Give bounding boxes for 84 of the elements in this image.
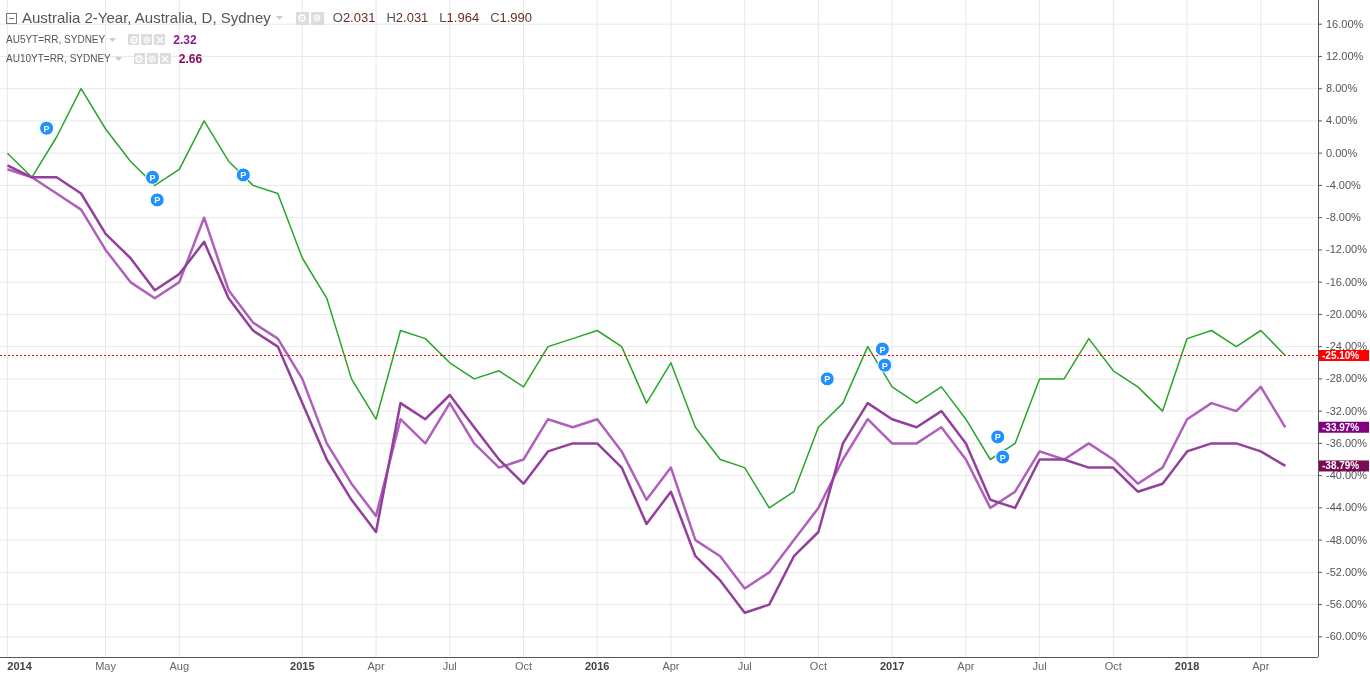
axis-tick-label: -32.00% (1326, 404, 1367, 417)
axis-tick-label: -16.00% (1326, 275, 1367, 288)
axis-tick-label: -28.00% (1326, 372, 1367, 385)
event-marker[interactable]: P (990, 429, 1006, 445)
axis-tick-label: -60.00% (1326, 630, 1367, 643)
axis-tick-label: 2018 (1174, 660, 1200, 672)
series-value: 2.66 (178, 50, 203, 68)
ohlc-label: C (490, 9, 500, 28)
axis-tick-label: -44.00% (1326, 501, 1367, 514)
settings-icon[interactable] (141, 34, 153, 45)
axis-tick-label: -12.00% (1326, 243, 1367, 256)
last-value-label: -25.10% (1319, 350, 1369, 361)
axis-tick-label: Apr (1252, 660, 1270, 672)
axis-tick-label: -48.00% (1326, 533, 1367, 546)
annotation: P (43, 123, 50, 134)
event-marker[interactable]: P (144, 169, 160, 185)
ohlc-value: 1.990 (499, 9, 533, 28)
axis-tick-label: -40.00% (1326, 469, 1367, 482)
axis-tick-label: 2014 (7, 660, 32, 672)
annotation: P (999, 452, 1006, 463)
last-value-label: -38.79% (1319, 460, 1369, 472)
axis-tick-label: 2015 (290, 660, 315, 672)
axis-tick-label: 16.00% (1326, 17, 1364, 30)
axis-tick-label: Jul (442, 660, 457, 672)
axis-tick-label: Aug (169, 660, 190, 672)
axis-tick-label: Apr (367, 660, 385, 672)
event-marker[interactable]: P (819, 371, 835, 387)
close-icon[interactable] (154, 34, 166, 45)
settings-icon[interactable] (146, 53, 158, 64)
caret-icon[interactable] (114, 56, 122, 61)
annotation: P (240, 170, 247, 181)
event-marker[interactable]: P (995, 449, 1011, 465)
annotation: P (154, 195, 161, 206)
axis-tick-label: -36.00% (1326, 436, 1367, 449)
ohlc-label: O (332, 9, 343, 28)
axis-tick-label: -56.00% (1326, 598, 1367, 611)
axis-tick-label: -4.00% (1326, 178, 1361, 191)
ohlc-label: H (386, 9, 396, 28)
ohlc-value: 2.031 (342, 9, 376, 28)
caret-icon[interactable] (109, 37, 117, 42)
axis-tick-label: May (95, 660, 116, 672)
eye-icon[interactable] (295, 11, 309, 25)
axis-tick-label: Jul (1032, 660, 1047, 672)
axis-tick-label: -20.00% (1326, 307, 1367, 320)
axis-tick-label: 12.00% (1326, 49, 1364, 62)
annotation: P (879, 344, 886, 355)
event-marker[interactable]: P (235, 167, 251, 183)
event-marker[interactable]: P (877, 357, 893, 373)
ohlc-value: 1.964 (446, 9, 480, 28)
event-marker[interactable]: P (874, 341, 890, 357)
collapse-icon[interactable] (6, 12, 17, 24)
ref-line-label: -25.10% (1322, 350, 1360, 362)
axis-tick-label: Apr (662, 660, 680, 672)
axis-tick-label: -24.00% (1326, 340, 1367, 353)
axis-tick-label: 2016 (584, 660, 610, 672)
axis-tick-label: 0.00% (1326, 146, 1358, 159)
axis-tick-label: Apr (957, 660, 975, 672)
ohlc-value: 2.031 (395, 9, 429, 28)
event-marker[interactable]: P (39, 120, 55, 136)
axis-tick-label: Oct (1104, 660, 1122, 672)
settings-icon[interactable] (310, 11, 324, 25)
axis-tick-label: Oct (514, 660, 533, 672)
caret-icon[interactable] (275, 16, 283, 20)
last-value-label: -33.97% (1319, 421, 1369, 433)
axis-tick-label: 8.00% (1326, 82, 1358, 95)
ohlc-label: L (439, 9, 447, 28)
event-marker[interactable]: P (149, 192, 165, 208)
axis-tick-label: Oct (809, 660, 827, 672)
series-value: 2.32 (173, 31, 197, 49)
axis-tick-label: 2017 (879, 660, 905, 672)
axis-tick-label: 4.00% (1326, 114, 1358, 127)
annotation: P (149, 172, 156, 183)
axis-tick-label: Jul (737, 660, 752, 672)
series-title: AU10YT=RR, SYDNEY (6, 52, 111, 66)
series-title: AU5YT=RR, SYDNEY (6, 33, 106, 47)
annotation: P (994, 432, 1001, 443)
eye-icon[interactable] (133, 53, 145, 64)
annotation: P (824, 374, 831, 385)
axis-tick-label: -8.00% (1326, 211, 1361, 224)
axis-tick-label: -52.00% (1326, 565, 1367, 578)
series-title: Australia 2-Year, Australia, D, Sydney (22, 7, 271, 28)
annotation: P (881, 360, 888, 371)
close-icon[interactable] (159, 53, 171, 64)
eye-icon[interactable] (128, 34, 140, 45)
